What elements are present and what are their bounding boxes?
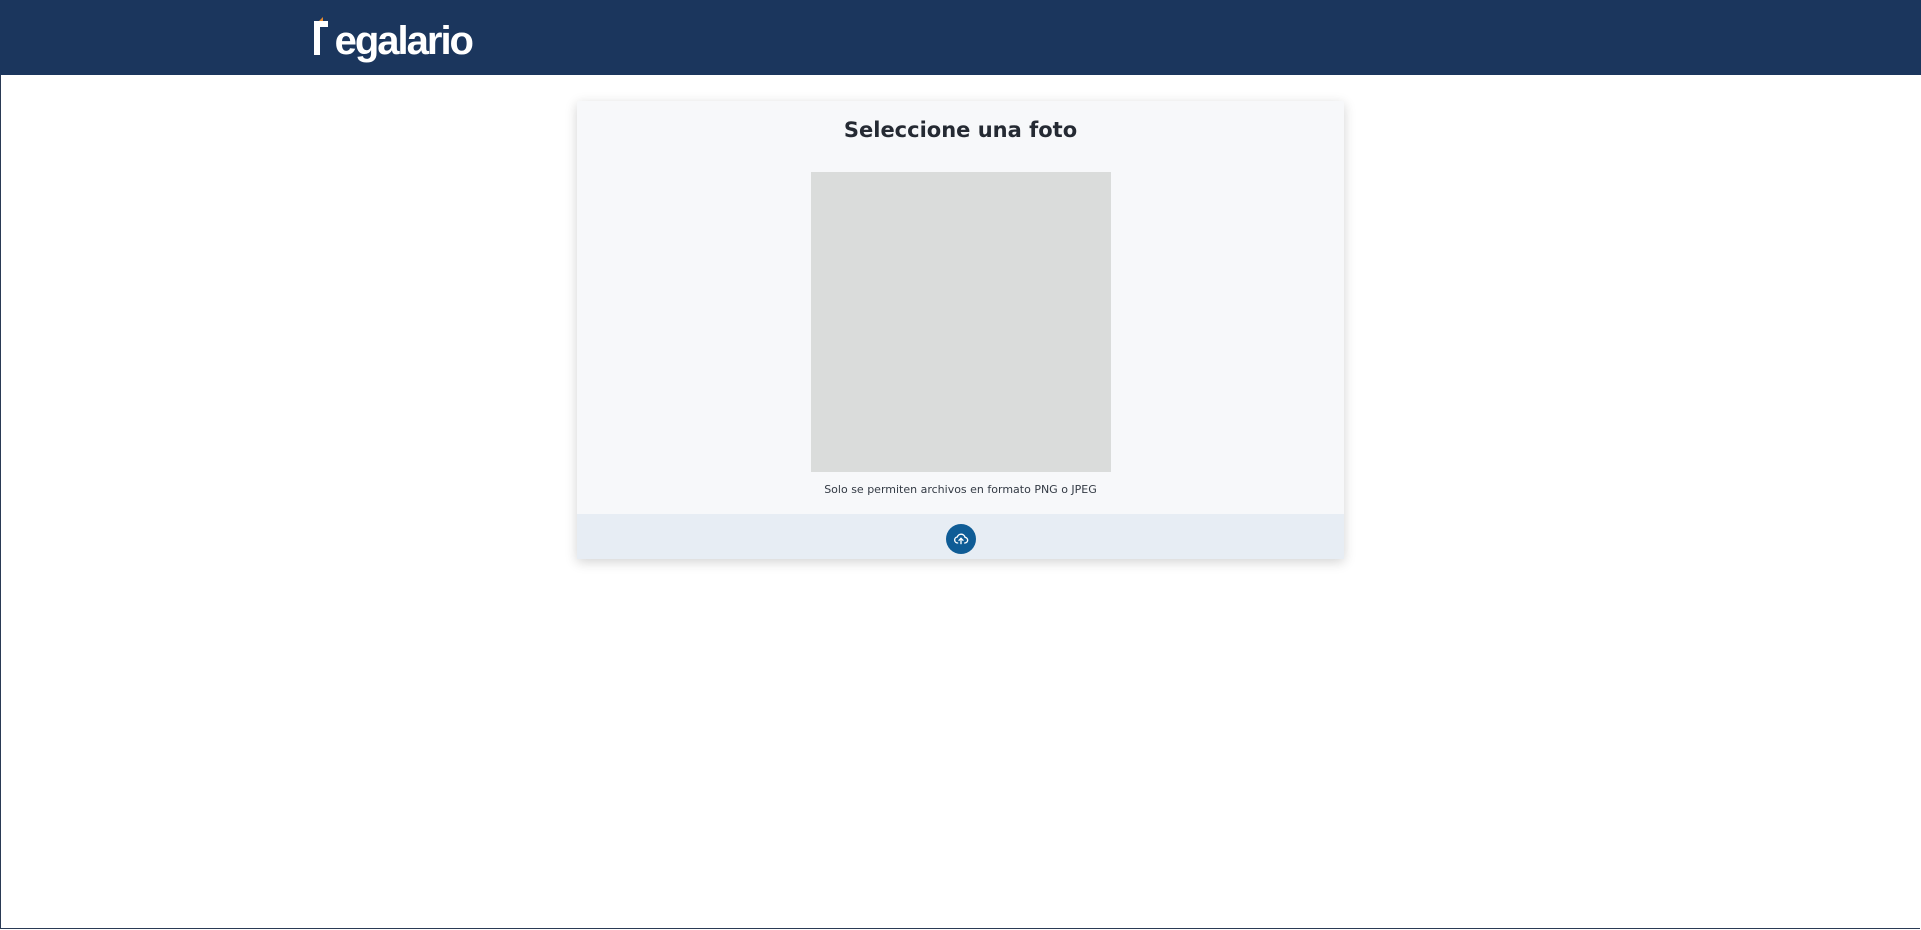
photo-select-card: Seleccione una foto Solo se permiten arc… (577, 101, 1344, 559)
card-footer (577, 514, 1344, 559)
format-hint: Solo se permiten archivos en formato PNG… (824, 483, 1097, 496)
top-bar: egalario (0, 0, 1921, 75)
photo-preview[interactable] (811, 172, 1111, 472)
upload-button[interactable] (946, 524, 976, 554)
cloud-upload-icon (954, 533, 969, 545)
page-title: Seleccione una foto (843, 118, 1078, 142)
logo-text: egalario (334, 19, 474, 63)
logo-mark-icon (312, 17, 334, 57)
legalario-logo[interactable]: egalario (312, 10, 474, 64)
